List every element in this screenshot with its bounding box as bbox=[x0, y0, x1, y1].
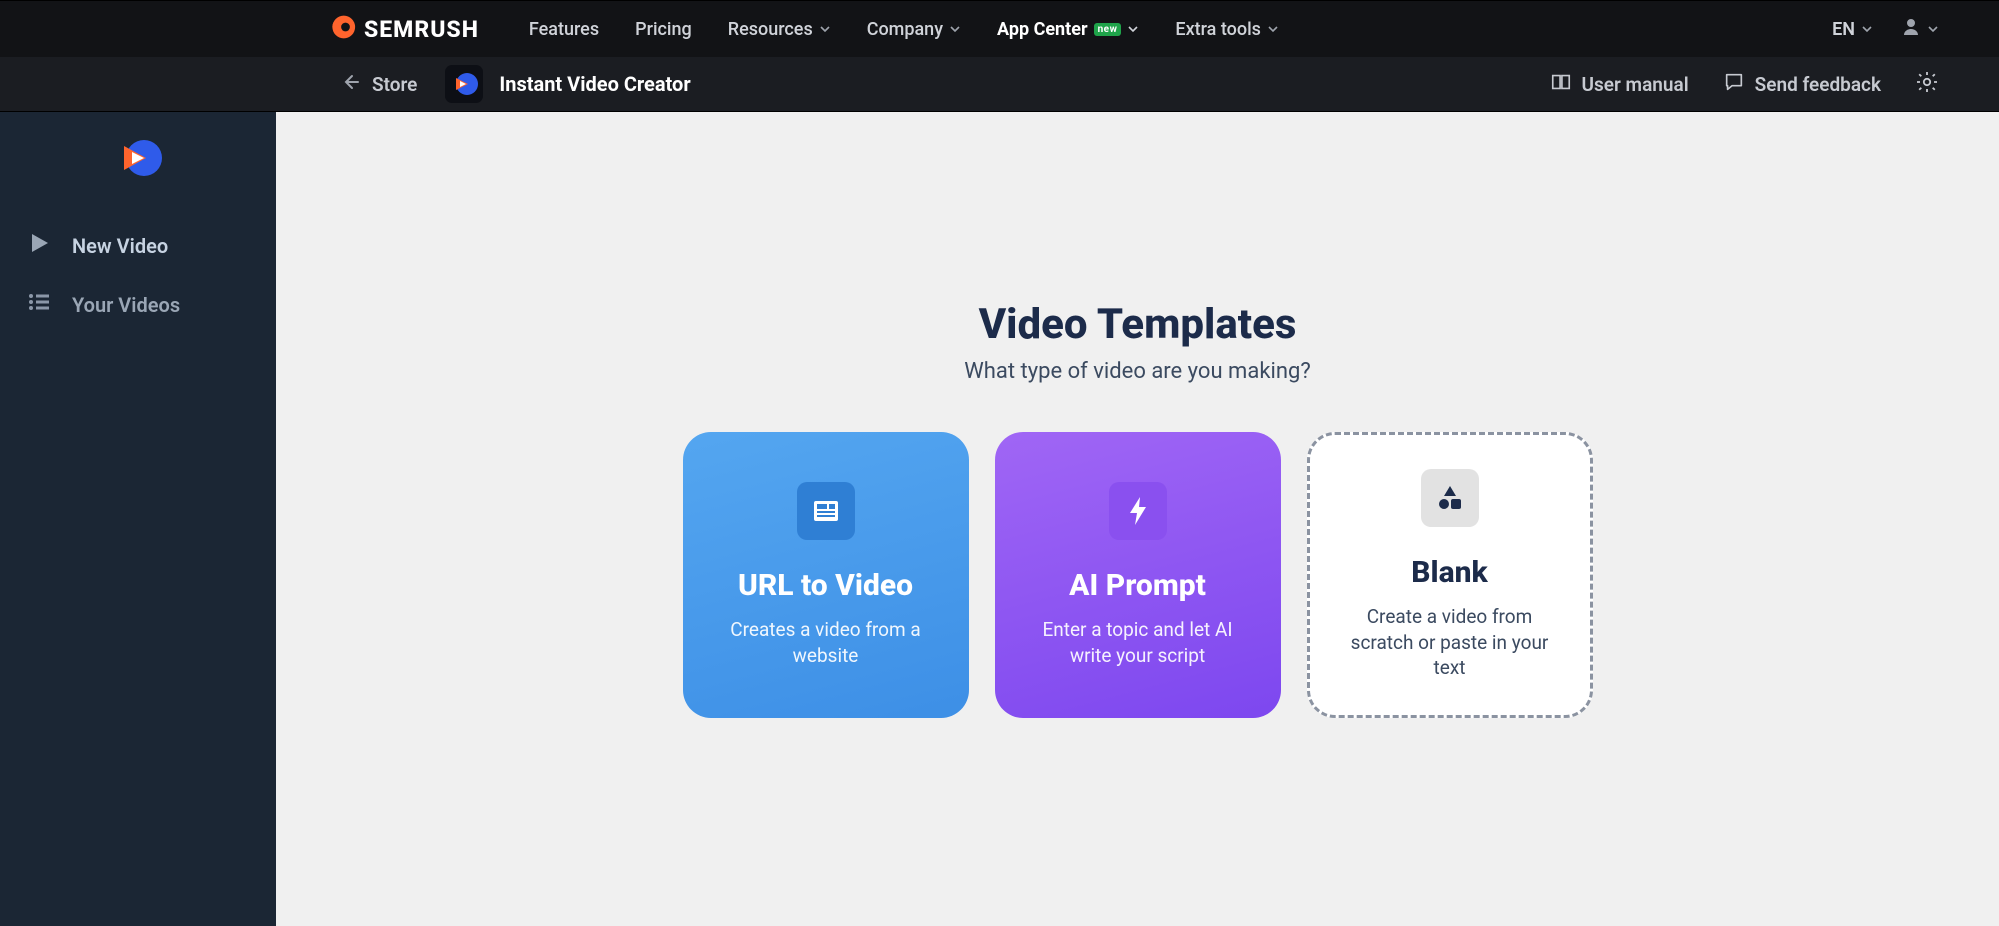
template-ai-prompt[interactable]: AI Prompt Enter a topic and let AI write… bbox=[995, 432, 1281, 718]
nav-label: Company bbox=[867, 19, 943, 40]
main-content: Video Templates What type of video are y… bbox=[276, 112, 1999, 926]
nav-features[interactable]: Features bbox=[529, 19, 599, 40]
language-selector[interactable]: EN bbox=[1832, 19, 1873, 40]
card-title: URL to Video bbox=[738, 568, 913, 603]
settings-button[interactable] bbox=[1915, 70, 1939, 98]
card-desc: Create a video from scratch or paste in … bbox=[1338, 604, 1562, 681]
sidebar-item-label: Your Videos bbox=[72, 293, 180, 317]
chat-icon bbox=[1723, 71, 1745, 98]
gear-icon bbox=[1915, 70, 1939, 98]
list-icon bbox=[26, 289, 52, 320]
play-icon bbox=[26, 230, 52, 261]
sidebar-item-your-videos[interactable]: Your Videos bbox=[0, 275, 276, 334]
app-title: Instant Video Creator bbox=[499, 72, 690, 96]
nav-links: Features Pricing Resources Company App C… bbox=[529, 19, 1279, 40]
sidebar-item-new-video[interactable]: New Video bbox=[0, 216, 276, 275]
chevron-down-icon bbox=[949, 23, 961, 35]
sub-nav: Store Instant Video Creator User manual … bbox=[0, 57, 1999, 112]
user-icon bbox=[1901, 17, 1921, 41]
brand-name: SEMRUSH bbox=[364, 16, 479, 43]
flame-icon bbox=[328, 13, 356, 45]
nav-extra-tools[interactable]: Extra tools bbox=[1175, 19, 1279, 40]
template-url-to-video[interactable]: URL to Video Creates a video from a webs… bbox=[683, 432, 969, 718]
nav-app-center[interactable]: App Center new bbox=[997, 19, 1139, 40]
app-icon bbox=[445, 65, 483, 103]
shapes-icon bbox=[1421, 469, 1479, 527]
page-subtitle: What type of video are you making? bbox=[276, 359, 1999, 384]
template-cards: URL to Video Creates a video from a webs… bbox=[276, 432, 1999, 718]
user-menu[interactable] bbox=[1901, 17, 1939, 41]
new-badge: new bbox=[1094, 23, 1122, 36]
chevron-down-icon bbox=[1861, 23, 1873, 35]
nav-label: App Center bbox=[997, 19, 1088, 40]
nav-label: Extra tools bbox=[1175, 19, 1261, 40]
send-feedback-link[interactable]: Send feedback bbox=[1723, 71, 1881, 98]
sidebar-logo bbox=[0, 134, 276, 182]
card-desc: Creates a video from a website bbox=[711, 617, 941, 668]
card-title: AI Prompt bbox=[1069, 568, 1206, 603]
chevron-down-icon bbox=[1127, 23, 1139, 35]
card-title: Blank bbox=[1411, 555, 1487, 590]
back-label: Store bbox=[372, 73, 417, 96]
newspaper-icon bbox=[797, 482, 855, 540]
back-to-store[interactable]: Store bbox=[340, 72, 417, 97]
nav-label: Pricing bbox=[635, 19, 692, 40]
main-nav: SEMRUSH Features Pricing Resources Compa… bbox=[0, 1, 1999, 57]
page-title: Video Templates bbox=[276, 300, 1999, 349]
nav-pricing[interactable]: Pricing bbox=[635, 19, 692, 40]
sidebar: New Video Your Videos bbox=[0, 112, 276, 926]
chevron-down-icon bbox=[1267, 23, 1279, 35]
nav-label: Resources bbox=[728, 19, 813, 40]
user-manual-link[interactable]: User manual bbox=[1550, 71, 1689, 98]
sidebar-item-label: New Video bbox=[72, 234, 168, 258]
nav-label: Features bbox=[529, 19, 599, 40]
template-blank[interactable]: Blank Create a video from scratch or pas… bbox=[1307, 432, 1593, 718]
language-label: EN bbox=[1832, 19, 1855, 40]
nav-company[interactable]: Company bbox=[867, 19, 961, 40]
nav-resources[interactable]: Resources bbox=[728, 19, 831, 40]
card-desc: Enter a topic and let AI write your scri… bbox=[1023, 617, 1253, 668]
arrow-left-icon bbox=[340, 72, 360, 97]
chevron-down-icon bbox=[1927, 23, 1939, 35]
chevron-down-icon bbox=[819, 23, 831, 35]
brand-logo[interactable]: SEMRUSH bbox=[328, 13, 479, 45]
action-label: Send feedback bbox=[1755, 73, 1881, 96]
bolt-icon bbox=[1109, 482, 1167, 540]
action-label: User manual bbox=[1582, 73, 1689, 96]
book-icon bbox=[1550, 71, 1572, 98]
